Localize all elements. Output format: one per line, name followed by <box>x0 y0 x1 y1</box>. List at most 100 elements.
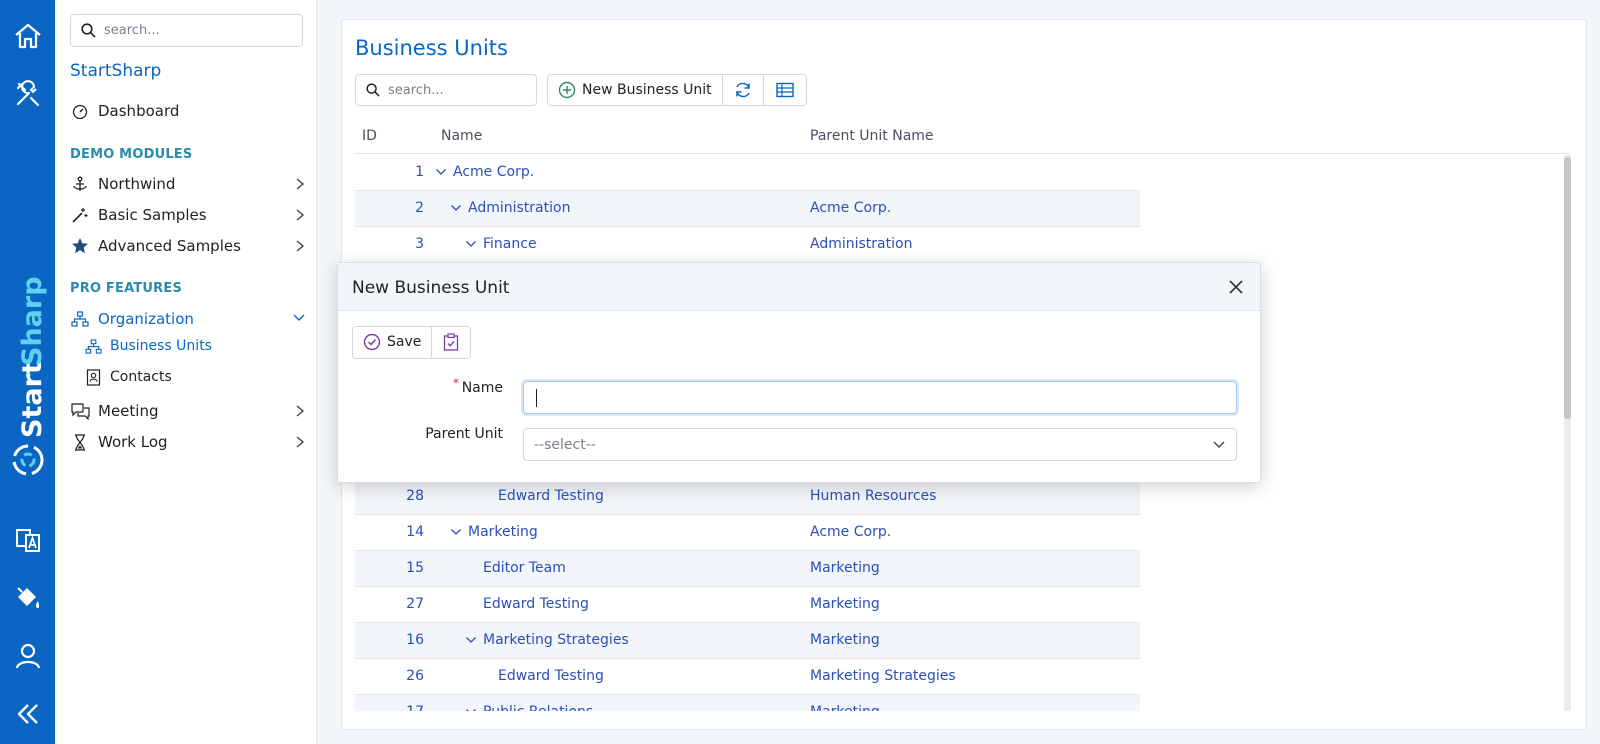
save-button[interactable]: Save <box>353 327 433 357</box>
row-parent[interactable]: Human Resources <box>810 488 936 504</box>
parent-unit-label: Parent Unit <box>425 426 503 442</box>
row-parent[interactable]: Administration <box>810 236 912 252</box>
sidebar-title: StartSharp <box>70 61 162 81</box>
grid-scrollbar[interactable] <box>1564 155 1571 711</box>
sidebar-item-contacts[interactable]: Contacts <box>84 365 172 389</box>
collapse-icon[interactable] <box>0 690 55 738</box>
column-header-parent[interactable]: Parent Unit Name <box>810 128 934 144</box>
row-parent[interactable]: Marketing Strategies <box>810 668 956 684</box>
chevron-down-icon <box>1213 441 1225 448</box>
grid-search-input[interactable]: search... <box>355 74 537 106</box>
new-business-unit-button[interactable]: New Business Unit <box>548 75 723 105</box>
row-name[interactable]: Editor Team <box>463 560 566 576</box>
table-row[interactable]: 17 Public Relations Marketing <box>355 695 1140 711</box>
chevron-down-icon[interactable] <box>448 203 464 213</box>
sidebar-item-label: Advanced Samples <box>98 237 241 255</box>
row-name[interactable]: Acme Corp. <box>433 164 534 180</box>
table-row[interactable]: 26 Edward Testing Marketing Strategies <box>355 659 1140 695</box>
table-row[interactable]: 27 Edward Testing Marketing <box>355 587 1140 623</box>
sidebar-item-label: Basic Samples <box>98 206 207 224</box>
sidebar-item-northwind[interactable]: Northwind <box>70 171 310 197</box>
column-header-name[interactable]: Name <box>441 128 482 144</box>
close-icon[interactable] <box>1226 277 1246 297</box>
org-chart-icon <box>70 309 90 329</box>
save-label: Save <box>387 334 422 350</box>
sidebar-item-work-log[interactable]: Work Log <box>70 429 310 455</box>
row-name[interactable]: Administration <box>448 200 570 216</box>
row-name-text: Edward Testing <box>498 488 604 504</box>
column-picker-button[interactable] <box>763 75 806 105</box>
home-icon[interactable] <box>0 12 55 60</box>
org-chart-icon <box>84 337 102 355</box>
sidebar-item-label: Business Units <box>110 338 212 354</box>
row-id: 14 <box>406 524 424 540</box>
sidebar-search-placeholder: search... <box>104 23 160 38</box>
table-row[interactable]: 14 Marketing Acme Corp. <box>355 515 1140 551</box>
refresh-icon <box>735 82 750 98</box>
new-business-unit-dialog: New Business Unit Save * Name Parent Uni… <box>337 262 1261 483</box>
sidebar-item-business-units[interactable]: Business Units <box>84 334 212 358</box>
row-id: 16 <box>406 632 424 648</box>
sidebar-item-dashboard[interactable]: Dashboard <box>70 98 310 124</box>
row-parent[interactable]: Marketing <box>810 632 880 648</box>
table-row[interactable]: 2 Administration Acme Corp. <box>355 191 1140 227</box>
row-parent[interactable]: Acme Corp. <box>810 200 891 216</box>
check-circle-icon <box>363 333 381 351</box>
row-id: 3 <box>415 236 424 252</box>
new-business-unit-label: New Business Unit <box>582 82 712 98</box>
row-name[interactable]: Marketing <box>448 524 538 540</box>
row-parent[interactable]: Marketing <box>810 704 880 711</box>
sidebar-item-advanced-samples[interactable]: Advanced Samples <box>70 233 310 259</box>
user-icon[interactable] <box>0 632 55 680</box>
row-name-text: Acme Corp. <box>453 164 535 180</box>
sidebar-item-organization[interactable]: Organization <box>70 306 310 332</box>
svg-text:Sharp: Sharp <box>17 276 48 366</box>
table-row[interactable]: 15 Editor Team Marketing <box>355 551 1140 587</box>
svg-text:Start: Start <box>17 361 48 438</box>
table-row[interactable]: 1 Acme Corp. <box>355 155 1140 191</box>
apply-changes-button[interactable] <box>432 327 471 357</box>
paint-bucket-icon[interactable] <box>0 574 55 622</box>
sidebar-item-basic-samples[interactable]: Basic Samples <box>70 202 310 228</box>
translate-icon[interactable] <box>0 516 55 564</box>
table-row[interactable]: 16 Marketing Strategies Marketing <box>355 623 1140 659</box>
anchor-icon <box>70 174 90 194</box>
row-name[interactable]: Edward Testing <box>478 668 604 684</box>
chevron-down-icon <box>293 314 305 321</box>
hourglass-icon <box>70 432 90 452</box>
chevron-down-icon[interactable] <box>463 707 479 711</box>
row-parent[interactable]: Acme Corp. <box>810 524 891 540</box>
row-name[interactable]: Public Relations <box>463 704 593 711</box>
sidebar-search-input[interactable]: search... <box>70 14 303 47</box>
name-field[interactable] <box>523 381 1237 414</box>
table-columns-icon <box>775 82 794 98</box>
row-name[interactable]: Edward Testing <box>463 596 589 612</box>
row-name-text: Administration <box>468 200 571 216</box>
row-id: 1 <box>415 164 424 180</box>
row-parent[interactable]: Marketing <box>810 596 880 612</box>
chevron-down-icon[interactable] <box>463 239 479 249</box>
section-pro-features: PRO FEATURES <box>70 281 183 296</box>
row-parent[interactable]: Marketing <box>810 560 880 576</box>
brand-logo: Start Sharp <box>3 268 53 498</box>
scrollbar-thumb[interactable] <box>1564 157 1571 419</box>
sidebar-item-meeting[interactable]: Meeting <box>70 398 310 424</box>
grid-search-placeholder: search... <box>388 82 444 98</box>
clipboard-check-icon <box>444 333 459 351</box>
refresh-button[interactable] <box>722 75 764 105</box>
table-row[interactable]: 28 Edward Testing Human Resources <box>355 479 1140 515</box>
row-name[interactable]: Edward Testing <box>478 488 604 504</box>
column-header-id[interactable]: ID <box>362 128 377 144</box>
table-row[interactable]: 3 Finance Administration <box>355 227 1140 263</box>
chevron-right-icon <box>296 436 305 448</box>
row-name[interactable]: Marketing Strategies <box>463 632 629 648</box>
tools-icon[interactable] <box>0 70 55 118</box>
row-name[interactable]: Finance <box>463 236 537 252</box>
chevron-right-icon <box>296 178 305 190</box>
chevron-down-icon[interactable] <box>463 635 479 645</box>
chevron-down-icon[interactable] <box>433 167 449 177</box>
parent-unit-select[interactable]: --select-- <box>523 428 1237 461</box>
sidebar-item-label: Work Log <box>98 433 168 451</box>
chevron-down-icon[interactable] <box>448 527 464 537</box>
dialog-header: New Business Unit <box>338 263 1260 311</box>
